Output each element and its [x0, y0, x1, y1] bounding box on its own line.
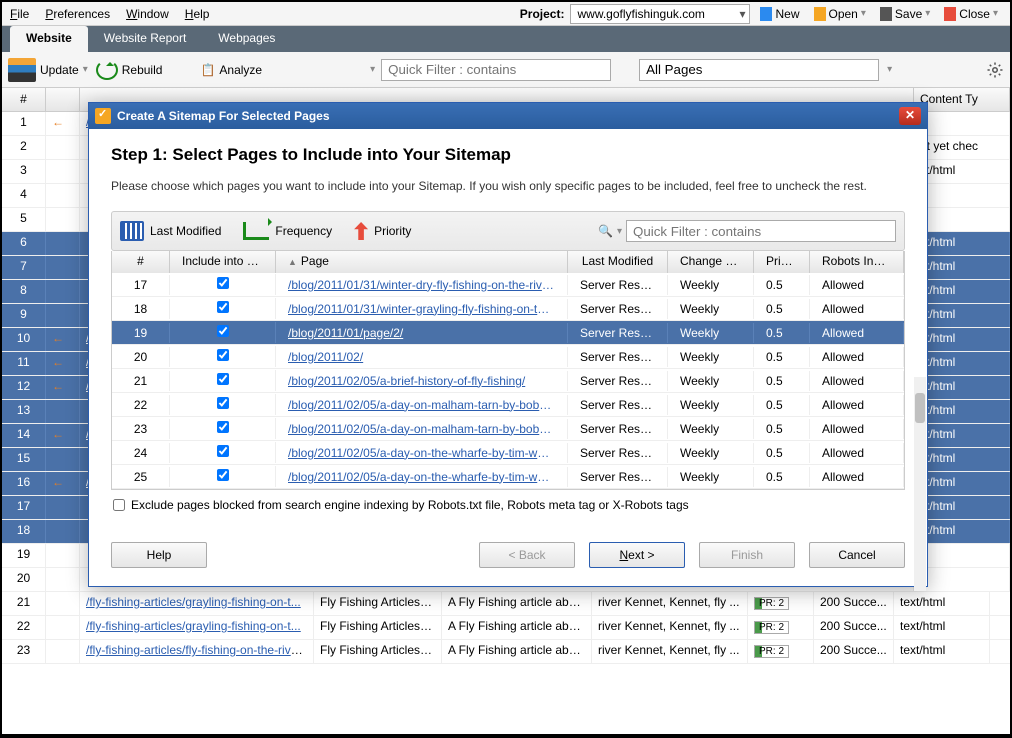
col-page[interactable]: ▲Page	[276, 251, 568, 273]
include-checkbox[interactable]	[217, 469, 229, 481]
col-content-type[interactable]: Content Ty	[914, 88, 1010, 111]
sitemap-pages-table: # Include into Site... ▲Page Last Modifi…	[111, 251, 905, 490]
create-sitemap-dialog: Create A Sitemap For Selected Pages ✕ St…	[88, 102, 928, 587]
menu-file[interactable]: File	[10, 7, 29, 21]
calendar-icon	[120, 221, 144, 241]
dialog-filter-input[interactable]	[626, 220, 896, 242]
table-row[interactable]: 22/blog/2011/02/05/a-day-on-malham-tarn-…	[112, 393, 904, 417]
table-row[interactable]: 23/fly-fishing-articles/fly-fishing-on-t…	[2, 640, 1010, 664]
include-checkbox[interactable]	[217, 445, 229, 457]
folder-open-icon	[814, 7, 826, 21]
next-button[interactable]: Next >	[589, 542, 685, 568]
new-button[interactable]: New	[756, 5, 803, 23]
close-icon	[944, 7, 956, 21]
project-label: Project:	[520, 7, 565, 21]
gear-icon[interactable]	[986, 61, 1004, 79]
save-button[interactable]: Save▾	[876, 5, 934, 23]
table-scrollbar[interactable]	[914, 377, 926, 591]
dialog-close-button[interactable]: ✕	[899, 107, 921, 125]
menubar: File Preferences Window Help Project: ww…	[2, 2, 1010, 26]
table-row[interactable]: 22/fly-fishing-articles/grayling-fishing…	[2, 616, 1010, 640]
col-change-freq[interactable]: Change Fre...	[668, 251, 754, 273]
table-row[interactable]: 25/blog/2011/02/05/a-day-on-the-wharfe-b…	[112, 465, 904, 489]
tab-report[interactable]: Website Report	[88, 26, 202, 52]
search-icon[interactable]: 🔍	[598, 224, 613, 238]
cancel-button[interactable]: Cancel	[809, 542, 905, 568]
analyze-button[interactable]: 📋 Analyze	[200, 63, 262, 77]
menu-window[interactable]: Window	[126, 7, 169, 21]
help-button[interactable]: Help	[111, 542, 207, 568]
project-select[interactable]: www.goflyfishinguk.com	[570, 4, 750, 24]
table-row[interactable]: 23/blog/2011/02/05/a-day-on-malham-tarn-…	[112, 417, 904, 441]
rebuild-icon	[96, 60, 118, 80]
col-robots[interactable]: Robots Instr...	[810, 251, 904, 273]
finish-button[interactable]: Finish	[699, 542, 795, 568]
main-tabs: Website Website Report Webpages	[2, 26, 1010, 52]
table-row[interactable]: 24/blog/2011/02/05/a-day-on-the-wharfe-b…	[112, 441, 904, 465]
sitemap-icon	[95, 108, 111, 124]
rebuild-button[interactable]: Rebuild	[96, 60, 163, 80]
include-checkbox[interactable]	[217, 301, 229, 313]
include-checkbox[interactable]	[217, 397, 229, 409]
update-icon	[8, 58, 36, 82]
include-checkbox[interactable]	[217, 277, 229, 289]
quick-filter-input[interactable]	[381, 59, 611, 81]
table-row[interactable]: 20/blog/2011/02/Server Respon...Weekly0.…	[112, 345, 904, 369]
include-checkbox[interactable]	[217, 373, 229, 385]
exclude-label: Exclude pages blocked from search engine…	[131, 498, 689, 512]
save-icon	[880, 7, 892, 21]
menu-help[interactable]: Help	[185, 7, 210, 21]
col-priority[interactable]: Priority	[754, 251, 810, 273]
dialog-titlebar[interactable]: Create A Sitemap For Selected Pages ✕	[89, 103, 927, 129]
col-num[interactable]: #	[2, 88, 46, 111]
back-button[interactable]: < Back	[479, 542, 575, 568]
scroll-thumb[interactable]	[915, 393, 925, 423]
open-button[interactable]: Open▾	[810, 5, 870, 23]
exclude-blocked-checkbox[interactable]	[113, 499, 125, 511]
filter-dropdown-icon[interactable]: ▾	[370, 64, 375, 75]
close-button[interactable]: Close▾	[940, 5, 1002, 23]
table-row[interactable]: 21/fly-fishing-articles/grayling-fishing…	[2, 592, 1010, 616]
all-pages-select[interactable]: All Pages	[639, 59, 879, 81]
priority-option[interactable]: Priority	[354, 222, 411, 240]
include-checkbox[interactable]	[217, 349, 229, 361]
dialog-title: Create A Sitemap For Selected Pages	[117, 109, 330, 123]
tab-webpages[interactable]: Webpages	[202, 26, 291, 52]
include-checkbox[interactable]	[217, 421, 229, 433]
frequency-icon	[243, 222, 269, 240]
col-include[interactable]: Include into Site...	[170, 251, 276, 273]
col-link[interactable]	[46, 88, 80, 111]
frequency-option[interactable]: Frequency	[243, 222, 332, 240]
table-row[interactable]: 18/blog/2011/01/31/winter-grayling-fly-f…	[112, 297, 904, 321]
step-heading: Step 1: Select Pages to Include into You…	[111, 145, 905, 165]
step-description: Please choose which pages you want to in…	[111, 179, 905, 193]
file-new-icon	[760, 7, 772, 21]
last-modified-option[interactable]: Last Modified	[120, 221, 221, 241]
col-last-modified[interactable]: Last Modified	[568, 251, 668, 273]
toolbar: Update▾ Rebuild 📋 Analyze ▾ All Pages ▾	[2, 52, 1010, 88]
table-row[interactable]: 21/blog/2011/02/05/a-brief-history-of-fl…	[112, 369, 904, 393]
tab-website[interactable]: Website	[10, 26, 88, 52]
menu-preferences[interactable]: Preferences	[45, 7, 110, 21]
col-number[interactable]: #	[112, 251, 170, 273]
priority-icon	[354, 222, 368, 240]
include-checkbox[interactable]	[217, 325, 229, 337]
table-row[interactable]: 17/blog/2011/01/31/winter-dry-fly-fishin…	[112, 273, 904, 297]
table-row[interactable]: 19/blog/2011/01/page/2/Server Respon...W…	[112, 321, 904, 345]
update-button[interactable]: Update▾	[8, 58, 88, 82]
